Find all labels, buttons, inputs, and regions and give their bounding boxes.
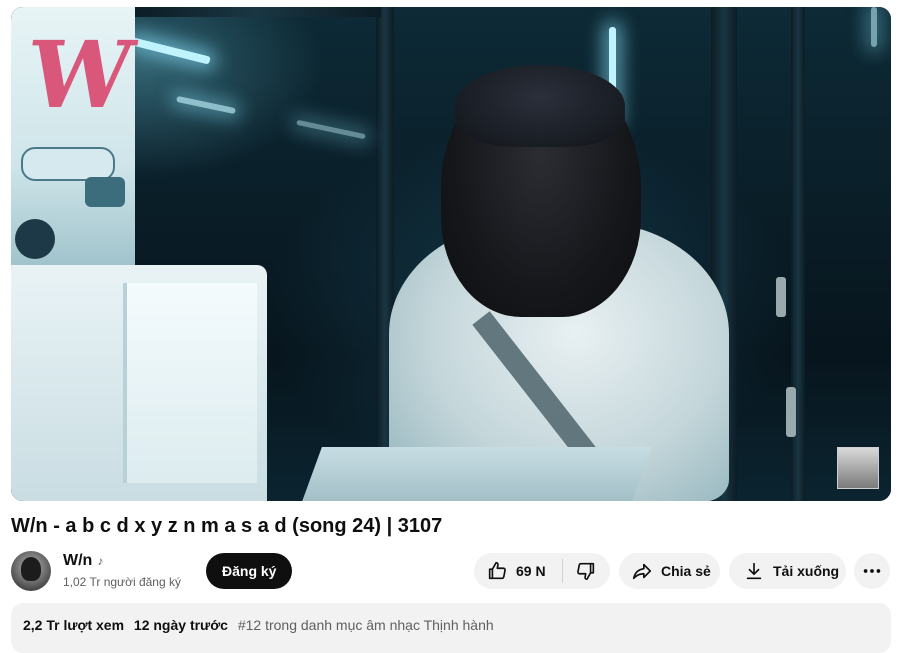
share-icon: [632, 563, 652, 580]
share-label: Chia sẻ: [661, 563, 711, 579]
subscriber-count: 1,02 Tr người đăng ký: [63, 575, 181, 589]
download-icon: [746, 562, 762, 580]
video-player[interactable]: W: [11, 7, 891, 501]
video-title: W/n - a b c d x y z n m a s a d (song 24…: [11, 515, 443, 537]
upload-date: 12 ngày trước: [133, 617, 228, 633]
more-actions-button[interactable]: [854, 553, 890, 589]
channel-avatar[interactable]: [11, 551, 51, 591]
video-frame: W: [11, 7, 891, 501]
like-count: 69 N: [516, 563, 546, 579]
thumbs-down-icon: [577, 562, 595, 581]
more-horizontal-icon: [863, 569, 881, 573]
like-dislike-group: 69 N: [474, 553, 610, 589]
subscribe-button[interactable]: Đăng ký: [206, 553, 293, 589]
dislike-button[interactable]: [563, 553, 610, 589]
share-button[interactable]: Chia sẻ: [619, 553, 720, 589]
channel-name-wrap: W/n ♪: [63, 552, 103, 570]
crt-monitor: [11, 265, 267, 501]
download-button[interactable]: Tải xuống: [729, 553, 846, 589]
channel-watermark[interactable]: [837, 447, 879, 489]
download-label: Tải xuống: [773, 563, 840, 579]
trending-rank[interactable]: #12 trong danh mục âm nhạc Thịnh hành: [238, 617, 494, 633]
description-box[interactable]: 2,2 Tr lượt xem 12 ngày trước #12 trong …: [11, 603, 891, 653]
description-meta: 2,2 Tr lượt xem 12 ngày trước #12 trong …: [23, 617, 494, 633]
poster-decoration: W: [11, 7, 135, 269]
owner-row: W/n ♪ 1,02 Tr người đăng ký Đăng ký 69 N…: [11, 551, 891, 591]
thumbs-up-icon: [488, 561, 506, 580]
like-button[interactable]: 69 N: [474, 553, 552, 589]
channel-name[interactable]: W/n: [63, 552, 92, 570]
music-note-icon: ♪: [97, 554, 104, 568]
view-count: 2,2 Tr lượt xem: [23, 617, 125, 633]
